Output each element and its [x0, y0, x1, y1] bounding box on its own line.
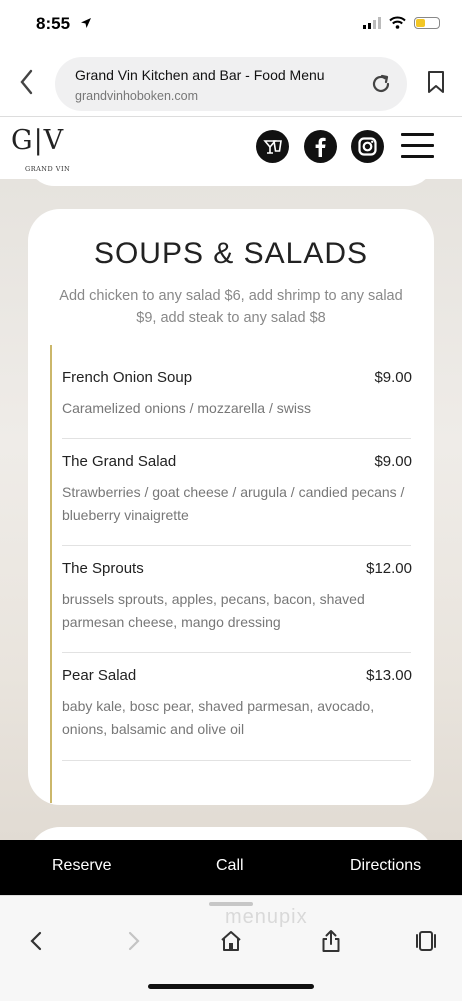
- wifi-icon: [389, 16, 406, 29]
- browser-toolbar: Grand Vin Kitchen and Bar - Food Menu gr…: [0, 50, 462, 117]
- facebook-icon[interactable]: [304, 130, 337, 163]
- item-divider: [62, 545, 411, 546]
- cocktail-icon[interactable]: [256, 130, 289, 163]
- action-bar: Reserve Call Directions: [0, 840, 462, 895]
- reload-icon[interactable]: [369, 72, 393, 96]
- section-title: SOUPS & SALADS: [93, 237, 369, 270]
- menu-item-price: $13.00: [366, 667, 412, 684]
- item-divider: [62, 652, 411, 653]
- menu-item-name: French Onion Soup: [62, 369, 193, 386]
- next-menu-card: [28, 827, 434, 840]
- section-note: Add chicken to any salad $6, add shrimp …: [59, 288, 403, 326]
- battery-icon: [414, 16, 440, 29]
- page-host: grandvinhoboken.com: [75, 89, 198, 103]
- bookmark-icon[interactable]: [426, 70, 446, 94]
- address-bar[interactable]: Grand Vin Kitchen and Bar - Food Menu gr…: [55, 57, 407, 111]
- page-background: SOUPS & SALADS Add chicken to any salad …: [0, 179, 462, 840]
- item-divider: [62, 760, 411, 761]
- home-indicator: [148, 984, 314, 989]
- menu-item-name: The Grand Salad: [62, 453, 177, 470]
- logo-wordmark: GRAND VIN: [25, 165, 71, 173]
- menu-item-price: $9.00: [374, 369, 412, 386]
- site-header: G|V GRAND VIN: [0, 117, 462, 179]
- back-chevron-icon[interactable]: [16, 68, 38, 96]
- tabs-icon[interactable]: [413, 928, 439, 954]
- menu-section-card: SOUPS & SALADS Add chicken to any salad …: [28, 209, 434, 805]
- call-button[interactable]: Call: [216, 857, 244, 875]
- grand-vin-logo[interactable]: G|V GRAND VIN: [11, 125, 81, 175]
- menu-item-description: baby kale, bosc pear, shaved parmesan, a…: [62, 698, 375, 737]
- menu-item-name: The Sprouts: [62, 560, 144, 577]
- nav-forward-icon[interactable]: [120, 928, 146, 954]
- menu-item-price: $12.00: [366, 560, 412, 577]
- accent-rule: [50, 345, 52, 803]
- instagram-icon[interactable]: [351, 130, 384, 163]
- menu-item-description: Strawberries / goat cheese / arugula / c…: [62, 484, 405, 523]
- hamburger-menu-icon[interactable]: [401, 133, 434, 160]
- menu-item-name: Pear Salad: [62, 667, 137, 684]
- menu-item-description: Caramelized onions / mozzarella / swiss: [62, 400, 311, 416]
- home-icon[interactable]: [218, 928, 244, 954]
- menu-item-price: $9.00: [374, 453, 412, 470]
- menu-item-description: brussels sprouts, apples, pecans, bacon,…: [62, 591, 365, 630]
- location-arrow-icon: [81, 18, 91, 28]
- status-bar: 8:55: [0, 0, 462, 50]
- item-divider: [62, 438, 411, 439]
- directions-button[interactable]: Directions: [350, 857, 421, 875]
- watermark: menupix: [225, 906, 308, 928]
- nav-back-icon[interactable]: [24, 928, 50, 954]
- signal-icon: [363, 16, 381, 29]
- logo-monogram: G|V: [11, 125, 65, 156]
- reserve-button[interactable]: Reserve: [52, 857, 112, 875]
- status-time: 8:55: [36, 14, 71, 33]
- page-title: Grand Vin Kitchen and Bar - Food Menu: [75, 67, 325, 83]
- browser-bottom-toolbar: menupix: [0, 895, 462, 1001]
- previous-menu-card: [28, 179, 434, 186]
- share-icon[interactable]: [318, 928, 344, 954]
